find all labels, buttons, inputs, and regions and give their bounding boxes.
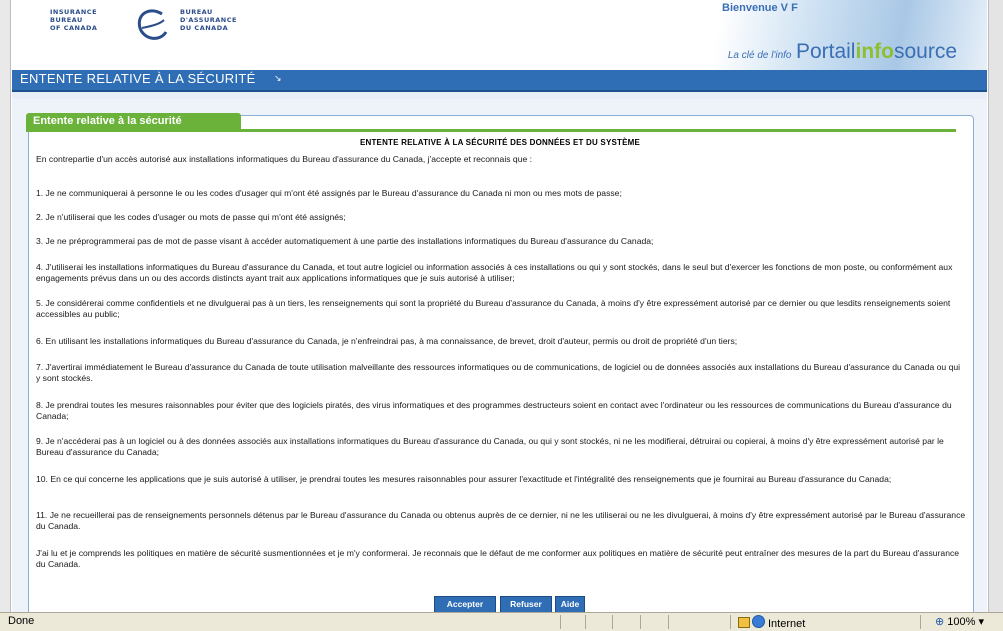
status-text: Done	[8, 615, 35, 627]
window-scrollbar[interactable]	[988, 0, 1003, 612]
logo-text-fr: BUREAU D'ASSURANCE DU CANADA	[180, 8, 237, 32]
portal-logo: La clé de l'info Portailinfosource	[728, 40, 957, 64]
button-row: Accepter Refuser Aide	[0, 596, 1003, 613]
agreement-clause-11: 11. Je ne recueillerai pas de renseignem…	[36, 510, 966, 531]
browser-window: INSURANCE BUREAU OF CANADA BUREAU D'ASSU…	[0, 0, 1003, 631]
zoom-level[interactable]: ⊕ 100% ▾	[935, 615, 984, 628]
window-left-edge	[0, 0, 11, 612]
agreement-clause-2: 2. Je n'utiliserai que les codes d'usage…	[36, 212, 346, 222]
status-divider	[612, 615, 613, 629]
agreement-clause-5: 5. Je considérerai comme confidentiels e…	[36, 298, 951, 319]
agreement-clause-4: 4. J'utiliserai les installations inform…	[36, 262, 953, 283]
agreement-clause-7: 7. J'avertirai immédiatement le Bureau d…	[36, 362, 961, 383]
zoom-magnifier-icon: ⊕	[935, 616, 945, 628]
globe-icon	[752, 615, 765, 628]
agreement-intro: En contrepartie d'un accès autorisé aux …	[36, 154, 533, 164]
agreement-clause-6: 6. En utilisant les installations inform…	[36, 336, 738, 346]
agreement-clause-1: 1. Je ne communiquerai à personne le ou …	[36, 188, 622, 198]
document-title: ENTENTE RELATIVE À LA SÉCURITÉ DES DONNÉ…	[359, 138, 641, 147]
panel-tab: Entente relative à la sécurité	[26, 113, 241, 129]
status-divider	[640, 615, 641, 629]
logo-text-en: INSURANCE BUREAU OF CANADA	[50, 8, 98, 32]
zoom-label: 100%	[947, 616, 976, 628]
browser-statusbar: Done Internet ⊕ 100% ▾	[0, 612, 1003, 631]
ibc-swirl-icon	[137, 9, 168, 40]
agreement-closing: J'ai lu et je comprends les politiques e…	[36, 548, 960, 569]
security-lock-icon	[738, 617, 750, 628]
agreement-clause-9: 9. Je n'accéderai pas à un logiciel ou à…	[36, 436, 944, 457]
site-header: INSURANCE BUREAU OF CANADA BUREAU D'ASSU…	[12, 0, 987, 70]
accept-button[interactable]: Accepter	[434, 596, 496, 613]
portal-tagline: La clé de l'info	[727, 50, 792, 61]
status-divider	[920, 615, 921, 629]
portal-word-info: info	[855, 40, 894, 63]
status-divider	[668, 615, 669, 629]
refuse-button[interactable]: Refuser	[500, 596, 552, 613]
title-subbar	[12, 92, 987, 99]
title-arrow-icon: ↘	[274, 73, 282, 83]
security-zone[interactable]: Internet	[752, 615, 805, 630]
agreement-clause-8: 8. Je prendrai toutes les mesures raison…	[36, 400, 952, 421]
agreement-clause-3: 3. Je ne préprogrammerai pas de mot de p…	[36, 236, 654, 246]
main-content: Entente relative à la sécurité	[12, 99, 987, 615]
status-divider	[560, 615, 561, 629]
status-divider	[585, 615, 586, 629]
help-button[interactable]: Aide	[555, 596, 585, 613]
status-divider	[730, 615, 731, 629]
chevron-down-icon: ▾	[978, 616, 985, 628]
portal-word-source: source	[893, 40, 957, 63]
page-title: ENTENTE RELATIVE À LA SÉCURITÉ	[20, 71, 256, 86]
welcome-text: Bienvenue V F	[722, 2, 798, 14]
agreement-clause-10: 10. En ce qui concerne les applications …	[36, 474, 892, 484]
page-titlebar: ENTENTE RELATIVE À LA SÉCURITÉ ↘	[12, 70, 987, 92]
portal-word-portail: Portail	[795, 40, 856, 63]
zone-label: Internet	[768, 618, 806, 630]
panel-tab-underline	[26, 129, 956, 132]
ibc-logo[interactable]: INSURANCE BUREAU OF CANADA BUREAU D'ASSU…	[50, 6, 280, 52]
